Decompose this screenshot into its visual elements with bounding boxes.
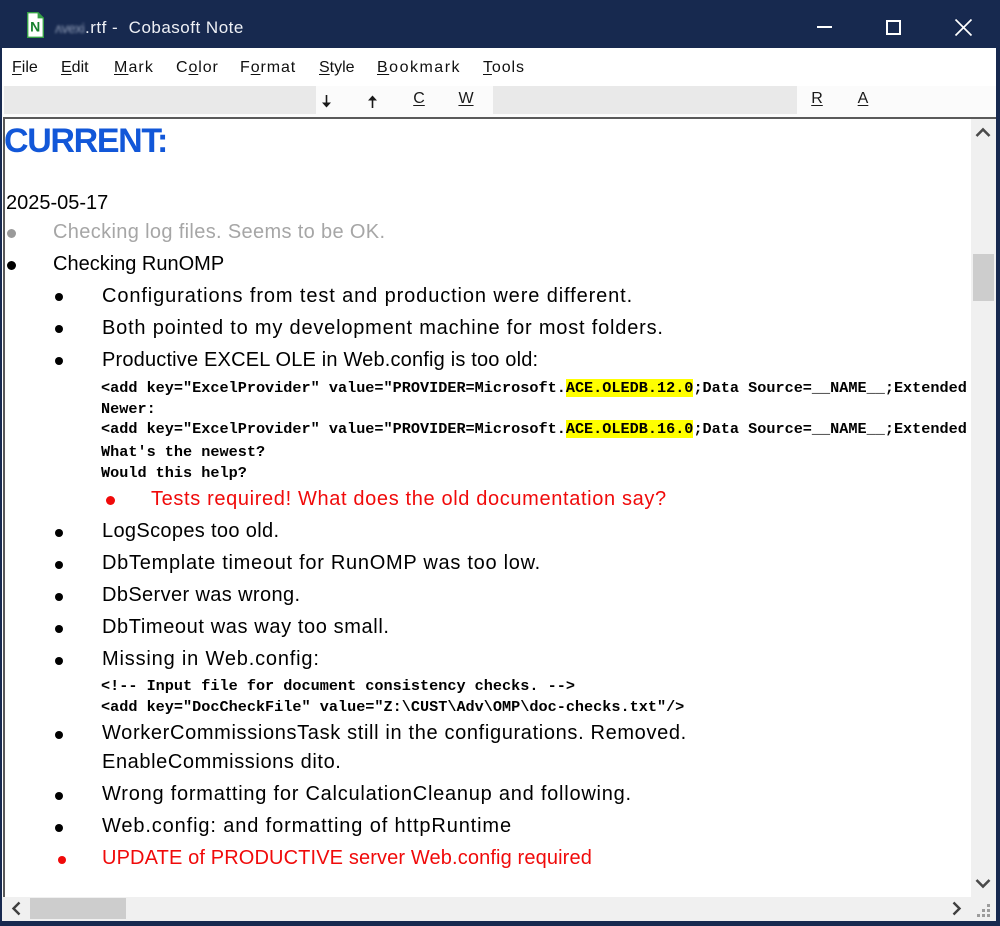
svg-text:N: N <box>30 19 40 35</box>
